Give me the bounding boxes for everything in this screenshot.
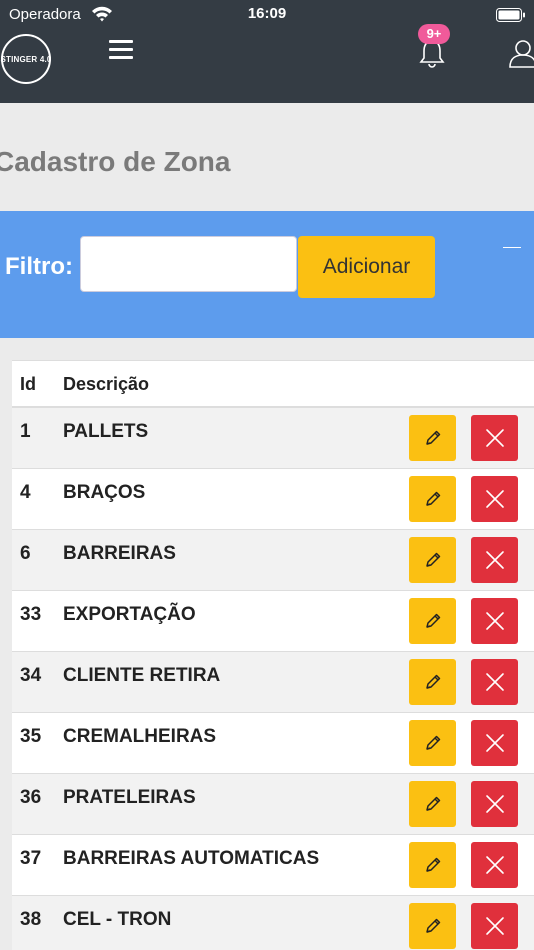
app-logo[interactable]: STINGER 4.0 (0, 34, 52, 84)
pencil-icon (425, 674, 440, 689)
edit-button[interactable] (409, 842, 456, 888)
row-id: 38 (20, 909, 42, 930)
row-id: 37 (20, 848, 42, 869)
pencil-icon (425, 491, 440, 506)
table-row: 6 BARREIRAS (12, 530, 534, 591)
edit-button[interactable] (409, 537, 456, 583)
pencil-icon (425, 735, 440, 750)
delete-button[interactable] (471, 598, 518, 644)
delete-button[interactable] (471, 903, 518, 949)
close-icon (485, 856, 504, 874)
logo-text: STINGER 4.0 (0, 54, 52, 64)
row-id: 6 (20, 543, 31, 564)
table-row: 36 PRATELEIRAS (12, 774, 534, 835)
table-row: 4 BRAÇOS (12, 469, 534, 530)
table-row: 35 CREMALHEIRAS (12, 713, 534, 774)
edit-button[interactable] (409, 415, 456, 461)
row-description: BARREIRAS AUTOMATICAS (63, 848, 320, 869)
table-row: 37 BARREIRAS AUTOMATICAS (12, 835, 534, 896)
edit-button[interactable] (409, 720, 456, 766)
delete-button[interactable] (471, 659, 518, 705)
status-bar: Operadora 16:09 (0, 0, 534, 28)
top-bar: Operadora 16:09 STINGER 4.0 9+ (0, 0, 534, 103)
pencil-icon (425, 430, 440, 445)
close-icon (485, 551, 504, 569)
row-description: PALLETS (63, 421, 149, 442)
edit-button[interactable] (409, 598, 456, 644)
close-icon (485, 429, 504, 447)
edit-button[interactable] (409, 659, 456, 705)
pencil-icon (425, 918, 440, 933)
add-button[interactable]: Adicionar (298, 236, 435, 298)
user-icon[interactable] (508, 38, 534, 68)
row-id: 36 (20, 787, 42, 808)
battery-icon (496, 8, 525, 22)
close-icon (485, 734, 504, 752)
row-description: CREMALHEIRAS (63, 726, 217, 747)
delete-button[interactable] (471, 476, 518, 522)
minus-icon[interactable] (503, 238, 521, 248)
close-icon (485, 612, 504, 630)
delete-button[interactable] (471, 781, 518, 827)
table-row: 38 CEL - TRON (12, 896, 534, 950)
notification-badge[interactable]: 9+ (418, 24, 450, 44)
delete-button[interactable] (471, 720, 518, 766)
row-id: 1 (20, 421, 31, 442)
edit-button[interactable] (409, 903, 456, 949)
row-description: EXPORTAÇÃO (63, 604, 196, 625)
row-id: 34 (20, 665, 42, 686)
table-row: 34 CLIENTE RETIRA (12, 652, 534, 713)
filter-panel: Filtro: Adicionar (0, 211, 534, 338)
row-description: PRATELEIRAS (63, 787, 196, 808)
row-id: 33 (20, 604, 42, 625)
edit-button[interactable] (409, 781, 456, 827)
table-body: 1 PALLETS 4 BRAÇOS 6 BARREIRAS 33 EXPORT… (12, 408, 534, 950)
table-row: 33 EXPORTAÇÃO (12, 591, 534, 652)
close-icon (485, 673, 504, 691)
close-icon (485, 490, 504, 508)
pencil-icon (425, 613, 440, 628)
row-description: CEL - TRON (63, 909, 172, 930)
delete-button[interactable] (471, 842, 518, 888)
hamburger-icon[interactable] (109, 40, 133, 60)
table-header: Id Descrição (12, 360, 534, 408)
edit-button[interactable] (409, 476, 456, 522)
row-description: BRAÇOS (63, 482, 146, 503)
pencil-icon (425, 552, 440, 567)
close-icon (485, 917, 504, 935)
delete-button[interactable] (471, 415, 518, 461)
filter-label: Filtro: (5, 253, 73, 280)
delete-button[interactable] (471, 537, 518, 583)
table-row: 1 PALLETS (12, 408, 534, 469)
page-title: Cadastro de Zona (0, 146, 231, 177)
filter-input[interactable] (80, 236, 297, 292)
row-description: CLIENTE RETIRA (63, 665, 221, 686)
pencil-icon (425, 857, 440, 872)
zones-table: Id Descrição 1 PALLETS 4 BRAÇOS 6 BARREI… (12, 360, 534, 950)
row-id: 4 (20, 482, 31, 503)
row-id: 35 (20, 726, 42, 747)
pencil-icon (425, 796, 440, 811)
column-header-id: Id (20, 374, 36, 394)
column-header-description: Descrição (63, 374, 150, 394)
clock: 16:09 (247, 5, 287, 22)
close-icon (485, 795, 504, 813)
row-description: BARREIRAS (63, 543, 176, 564)
